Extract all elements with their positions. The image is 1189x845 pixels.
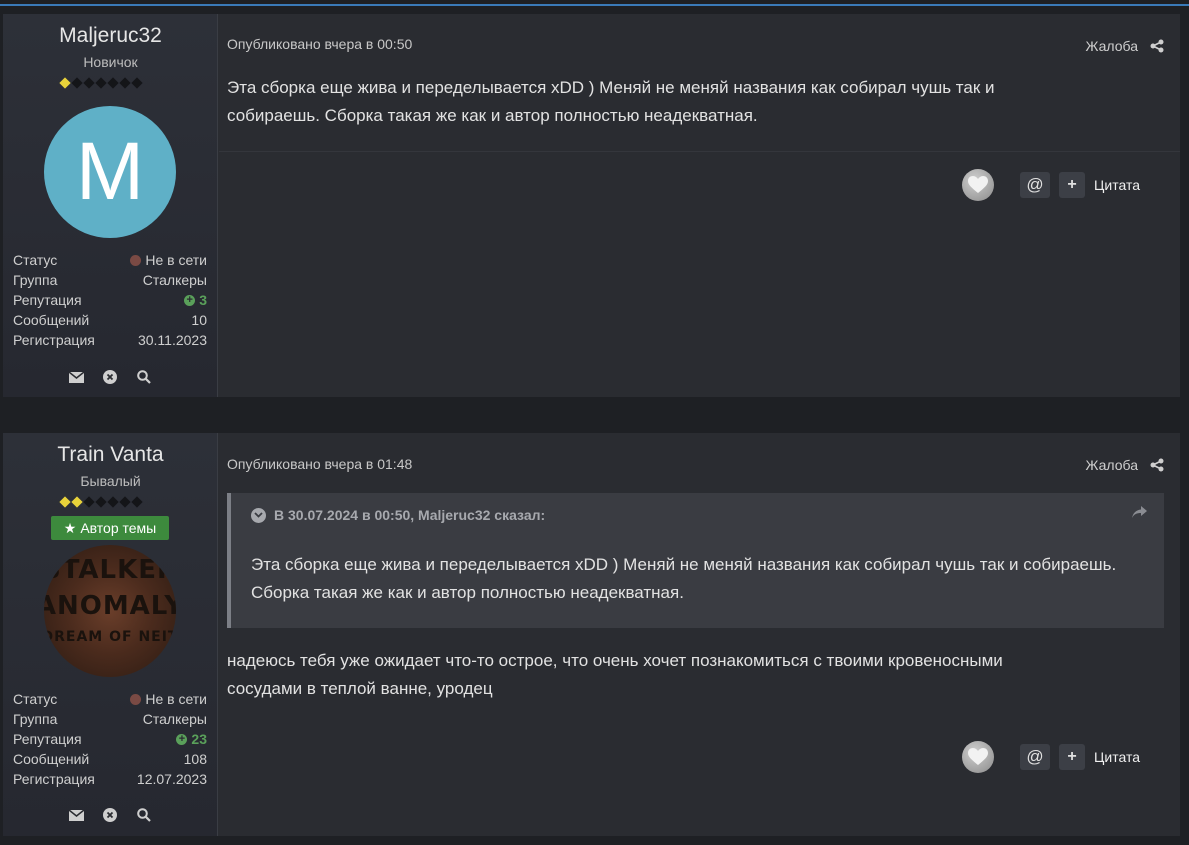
mention-button[interactable]: @ [1020,172,1051,198]
registration-date: 12.07.2023 [136,771,207,787]
share-icon[interactable] [1150,458,1164,472]
stat-label: Сообщений [13,312,90,328]
stat-label: Статус [13,691,58,707]
author-stats: Статус Не в сети Группа Сталкеры Репутац… [13,689,207,789]
stat-label: Группа [13,711,58,727]
share-icon[interactable] [1150,39,1164,53]
report-link[interactable]: Жалоба [1086,38,1138,54]
rank-pip [119,77,131,89]
rank-pip [107,496,119,508]
ignore-icon[interactable] [102,807,118,823]
search-icon[interactable] [136,369,152,385]
rank-pip [131,77,143,89]
group-value: Сталкеры [142,272,207,288]
post-date[interactable]: Опубликовано вчера в 01:48 [227,456,412,472]
reputation-value: 23 [191,731,207,747]
stat-label: Репутация [13,292,82,308]
stat-label: Регистрация [13,771,95,787]
rank-pip [119,496,131,508]
heart-icon [968,176,989,193]
avatar[interactable]: STALKER ANOMALY DREAM OF NEIT [44,545,176,677]
post-actions: @ + Цитата [962,169,1140,201]
post-content: надеюсь тебя уже ожидает что-то острое, … [227,651,1003,698]
go-to-quoted-post-icon[interactable] [1132,505,1148,519]
rank-pip [71,496,83,508]
author-name[interactable]: Train Vanta [3,443,218,467]
author-panel: Train Vanta Бывалый ★ Автор темы STALKER… [3,433,218,836]
rank-pip [95,496,107,508]
like-button[interactable] [962,741,995,773]
star-icon: ★ [63,519,77,536]
author-stats: Статус Не в сети Группа Сталкеры Репутац… [13,250,207,350]
mention-button[interactable]: @ [1020,744,1051,770]
search-icon[interactable] [136,807,152,823]
plus-circle-icon: + [176,733,188,745]
reputation-value: 3 [199,292,207,308]
quote-block: В 30.07.2024 в 00:50, Maljeruc32 сказал:… [227,493,1164,628]
rank-pip [59,496,71,508]
quote-button[interactable]: Цитата [1094,177,1140,193]
rank-pip [131,496,143,508]
envelope-icon[interactable] [68,807,84,823]
stat-label: Репутация [13,731,82,747]
report-link[interactable]: Жалоба [1086,457,1138,473]
author-actions [68,369,152,385]
post-date[interactable]: Опубликовано вчера в 00:50 [227,36,412,52]
rank-pip [71,77,83,89]
avatar-logo-text: STALKER [44,555,176,585]
author-name[interactable]: Maljeruc32 [3,24,218,48]
multiquote-button[interactable]: + [1059,172,1086,198]
post-content: Эта сборка еще жива и переделывается xDD… [227,78,995,125]
stat-label: Статус [13,252,58,268]
rank-pip [107,77,119,89]
rank-pip [95,77,107,89]
offline-dot-icon [130,254,142,266]
status-value: Не в сети [145,691,207,707]
topic-author-badge: ★ Автор темы [51,516,169,540]
badge-label: Автор темы [80,520,157,536]
rank-pips [59,76,143,90]
offline-dot-icon [130,693,142,705]
plus-circle-icon: + [184,294,196,306]
top-accent-line [0,4,1189,6]
quote-content: Эта сборка еще жива и переделывается xDD… [251,555,1117,602]
heart-icon [968,748,989,765]
author-rank: Бывалый [80,473,141,489]
author-actions [68,807,152,823]
quote-button[interactable]: Цитата [1094,749,1140,765]
registration-date: 30.11.2023 [137,332,207,348]
rank-pip [83,77,95,89]
author-rank: Новичок [83,54,138,70]
group-value: Сталкеры [142,711,207,727]
envelope-icon[interactable] [68,369,84,385]
stat-label: Регистрация [13,332,95,348]
rank-pip [59,77,71,89]
ignore-icon[interactable] [102,369,118,385]
rank-pip [83,496,95,508]
avatar-logo-text: DREAM OF NEIT [44,629,176,645]
avatar-logo-text: ANOMALY [44,591,176,621]
posts-count: 108 [183,751,207,767]
multiquote-button[interactable]: + [1059,744,1086,770]
author-panel: Maljeruc32 Новичок M Статус Не в сети Гр… [3,14,218,397]
forum-post: Maljeruc32 Новичок M Статус Не в сети Гр… [3,14,1180,397]
avatar[interactable]: M [44,106,176,238]
stat-label: Группа [13,272,58,288]
forum-post: Train Vanta Бывалый ★ Автор темы STALKER… [3,433,1180,836]
like-button[interactable] [962,169,995,201]
stat-label: Сообщений [13,751,90,767]
status-value: Не в сети [145,252,207,268]
quote-citation: В 30.07.2024 в 00:50, Maljeruc32 сказал: [274,507,546,523]
chevron-down-icon[interactable] [251,507,266,523]
post-divider [219,151,1180,152]
quote-header[interactable]: В 30.07.2024 в 00:50, Maljeruc32 сказал: [251,507,545,523]
post-actions: @ + Цитата [962,741,1140,773]
rank-pips [59,495,143,509]
posts-count: 10 [191,312,207,328]
